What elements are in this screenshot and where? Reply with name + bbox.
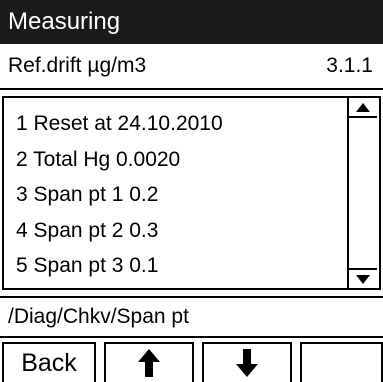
list-item[interactable]: 4 Span pt 2 0.3 — [16, 213, 346, 249]
sub-header: Ref.drift µg/m3 3.1.1 — [0, 44, 383, 90]
scroll-down-button[interactable] — [349, 268, 377, 288]
list-item[interactable]: 1 Reset at 24.10.2010 — [16, 106, 346, 142]
softkey-4[interactable] — [300, 342, 383, 382]
softkey-bar: Back — [0, 336, 383, 382]
menu-number: 3.1.1 — [326, 54, 373, 77]
arrow-up-icon — [138, 349, 160, 377]
screen-title: Measuring — [8, 8, 121, 35]
list-panel: 1 Reset at 24.10.2010 2 Total Hg 0.0020 … — [2, 96, 381, 290]
triangle-up-icon — [356, 102, 370, 112]
item-list: 1 Reset at 24.10.2010 2 Total Hg 0.0020 … — [16, 106, 346, 284]
triangle-down-icon — [356, 274, 370, 284]
list-item[interactable]: 2 Total Hg 0.0020 — [16, 142, 346, 178]
back-button-label: Back — [21, 348, 77, 377]
menu-path: /Diag/Chkv/Span pt — [0, 296, 383, 336]
list-item[interactable]: 3 Span pt 1 0.2 — [16, 177, 346, 213]
back-button[interactable]: Back — [2, 342, 96, 382]
down-button[interactable] — [202, 342, 292, 382]
up-button[interactable] — [104, 342, 194, 382]
title-bar: Measuring — [0, 0, 383, 44]
arrow-down-icon — [236, 349, 258, 377]
list-item[interactable]: 5 Span pt 3 0.1 — [16, 248, 346, 284]
scrollbar[interactable] — [347, 98, 377, 288]
path-text: /Diag/Chkv/Span pt — [8, 305, 189, 328]
scroll-up-button[interactable] — [349, 98, 377, 118]
parameter-label: Ref.drift µg/m3 — [8, 54, 147, 77]
